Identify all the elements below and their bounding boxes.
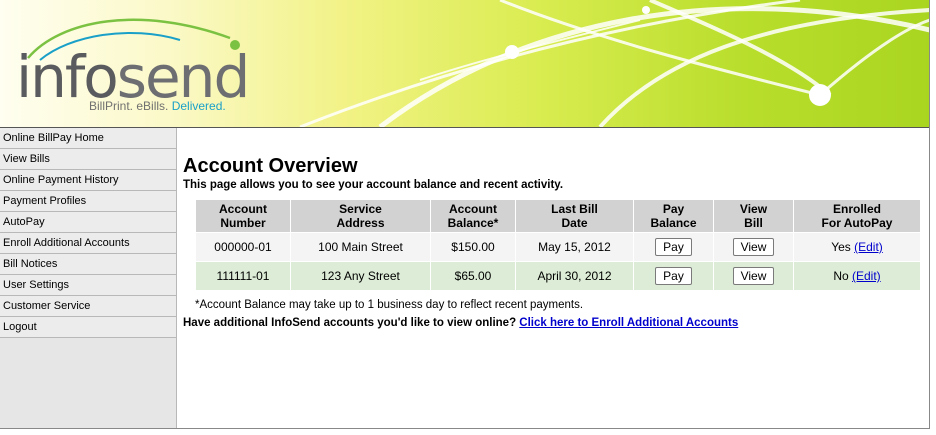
tagline-main: BillPrint. eBills. (89, 99, 172, 113)
enrolled-status: Yes (831, 240, 851, 254)
header-account-balance: Account Balance* (430, 199, 516, 233)
pay-button[interactable]: Pay (655, 238, 692, 256)
enroll-prompt-text: Have additional InfoSend accounts you'd … (183, 317, 520, 329)
header-account-number: Account Number (195, 199, 291, 233)
view-bill-button[interactable]: View (732, 238, 775, 256)
edit-autopay-link[interactable]: (Edit) (854, 240, 883, 254)
sidebar-item-payment-profiles[interactable]: Payment Profiles (0, 191, 176, 212)
sidebar-item-online-billpay-home[interactable]: Online BillPay Home (0, 128, 176, 149)
cell-account-number: 000000-01 (195, 232, 291, 262)
sidebar-item-autopay[interactable]: AutoPay (0, 212, 176, 233)
table-row: 111111-01 123 Any Street $65.00 April 30… (195, 261, 921, 291)
sidebar-nav: Online BillPay Home View Bills Online Pa… (0, 128, 177, 428)
sidebar-item-user-settings[interactable]: User Settings (0, 275, 176, 296)
header-banner: infosend BillPrint. eBills. Delivered. (0, 0, 929, 127)
sidebar-item-online-payment-history[interactable]: Online Payment History (0, 170, 176, 191)
header-enrolled-autopay: Enrolled For AutoPay (793, 199, 921, 233)
accounts-table: Account Number Service Address Account Bala… (195, 199, 921, 291)
cell-enrolled: Yes (Edit) (793, 232, 921, 262)
cell-pay: Pay (633, 232, 714, 262)
page-frame: infosend BillPrint. eBills. Delivered. O… (0, 0, 930, 429)
sidebar-item-enroll-additional-accounts[interactable]: Enroll Additional Accounts (0, 233, 176, 254)
balance-footnote: *Account Balance may take up to 1 busine… (195, 299, 584, 311)
enrolled-status: No (833, 269, 849, 283)
cell-balance: $65.00 (430, 261, 516, 291)
page-description: This page allows you to see your account… (183, 179, 564, 191)
cell-last-bill-date: May 15, 2012 (515, 232, 634, 262)
infosend-logo[interactable]: infosend BillPrint. eBills. Delivered. (14, 40, 250, 120)
view-bill-button[interactable]: View (732, 267, 775, 285)
enroll-additional-accounts-link[interactable]: Click here to Enroll Additional Accounts (519, 317, 738, 329)
logo-tagline: BillPrint. eBills. Delivered. (89, 99, 226, 113)
logo-wordmark: infosend (16, 48, 250, 106)
main-content: Account Overview This page allows you to… (183, 128, 923, 329)
sidebar-item-bill-notices[interactable]: Bill Notices (0, 254, 176, 275)
header-pay-balance: Pay Balance (633, 199, 714, 233)
cell-last-bill-date: April 30, 2012 (515, 261, 634, 291)
cell-balance: $150.00 (430, 232, 516, 262)
page-title: Account Overview (183, 155, 358, 177)
cell-service-address: 123 Any Street (290, 261, 431, 291)
edit-autopay-link[interactable]: (Edit) (852, 269, 881, 283)
header-last-bill-date: Last Bill Date (515, 199, 634, 233)
cell-view: View (713, 232, 794, 262)
enroll-prompt: Have additional InfoSend accounts you'd … (183, 317, 923, 329)
sidebar-item-logout[interactable]: Logout (0, 317, 176, 338)
header-view-bill: View Bill (713, 199, 794, 233)
pay-button[interactable]: Pay (655, 267, 692, 285)
sidebar-item-customer-service[interactable]: Customer Service (0, 296, 176, 317)
cell-service-address: 100 Main Street (290, 232, 431, 262)
table-header-row: Account Number Service Address Account Bala… (195, 199, 921, 233)
sidebar-item-view-bills[interactable]: View Bills (0, 149, 176, 170)
cell-view: View (713, 261, 794, 291)
tagline-delivered: Delivered. (171, 99, 226, 113)
cell-enrolled: No (Edit) (793, 261, 921, 291)
cell-pay: Pay (633, 261, 714, 291)
header-service-address: Service Address (290, 199, 431, 233)
cell-account-number: 111111-01 (195, 261, 291, 291)
table-row: 000000-01 100 Main Street $150.00 May 15… (195, 232, 921, 262)
